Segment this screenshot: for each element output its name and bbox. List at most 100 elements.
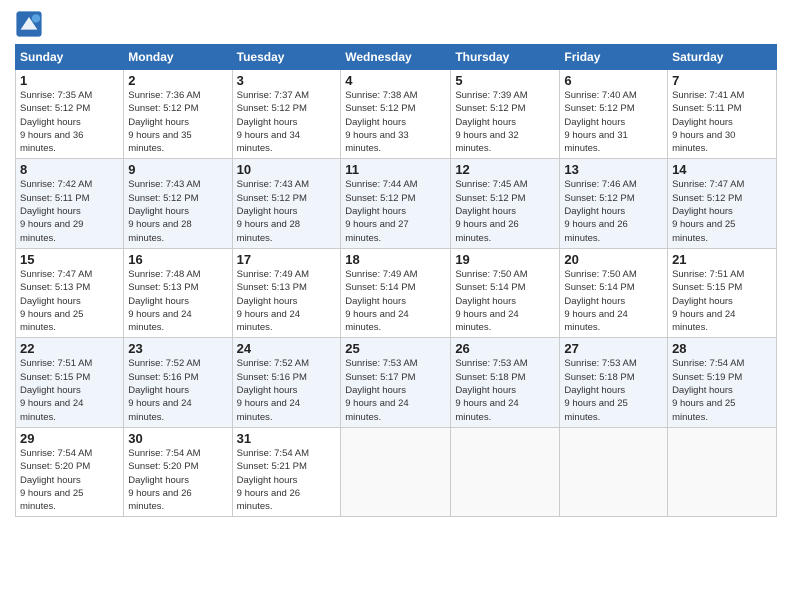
day-number: 5 [455, 73, 555, 88]
calendar-day-20: 20 Sunrise: 7:50 AMSunset: 5:14 PMDaylig… [560, 248, 668, 337]
day-number: 30 [128, 431, 227, 446]
day-number: 12 [455, 162, 555, 177]
calendar-empty-cell [341, 427, 451, 516]
calendar-day-18: 18 Sunrise: 7:49 AMSunset: 5:14 PMDaylig… [341, 248, 451, 337]
day-number: 9 [128, 162, 227, 177]
calendar-day-9: 9 Sunrise: 7:43 AMSunset: 5:12 PMDayligh… [124, 159, 232, 248]
day-info: Sunrise: 7:42 AMSunset: 5:11 PMDaylight … [20, 178, 119, 244]
calendar-day-27: 27 Sunrise: 7:53 AMSunset: 5:18 PMDaylig… [560, 338, 668, 427]
calendar-day-12: 12 Sunrise: 7:45 AMSunset: 5:12 PMDaylig… [451, 159, 560, 248]
logo-icon [15, 10, 43, 38]
day-number: 2 [128, 73, 227, 88]
day-info: Sunrise: 7:36 AMSunset: 5:12 PMDaylight … [128, 89, 227, 155]
day-info: Sunrise: 7:52 AMSunset: 5:16 PMDaylight … [237, 357, 337, 423]
calendar-week-1: 1 Sunrise: 7:35 AMSunset: 5:12 PMDayligh… [16, 70, 777, 159]
day-info: Sunrise: 7:54 AMSunset: 5:20 PMDaylight … [128, 447, 227, 513]
calendar-day-15: 15 Sunrise: 7:47 AMSunset: 5:13 PMDaylig… [16, 248, 124, 337]
day-info: Sunrise: 7:54 AMSunset: 5:21 PMDaylight … [237, 447, 337, 513]
calendar-day-4: 4 Sunrise: 7:38 AMSunset: 5:12 PMDayligh… [341, 70, 451, 159]
day-number: 13 [564, 162, 663, 177]
day-info: Sunrise: 7:48 AMSunset: 5:13 PMDaylight … [128, 268, 227, 334]
calendar-empty-cell [451, 427, 560, 516]
calendar-day-2: 2 Sunrise: 7:36 AMSunset: 5:12 PMDayligh… [124, 70, 232, 159]
calendar-day-28: 28 Sunrise: 7:54 AMSunset: 5:19 PMDaylig… [668, 338, 777, 427]
day-number: 22 [20, 341, 119, 356]
day-number: 23 [128, 341, 227, 356]
calendar-day-29: 29 Sunrise: 7:54 AMSunset: 5:20 PMDaylig… [16, 427, 124, 516]
calendar-day-31: 31 Sunrise: 7:54 AMSunset: 5:21 PMDaylig… [232, 427, 341, 516]
calendar-week-4: 22 Sunrise: 7:51 AMSunset: 5:15 PMDaylig… [16, 338, 777, 427]
day-info: Sunrise: 7:47 AMSunset: 5:13 PMDaylight … [20, 268, 119, 334]
day-number: 10 [237, 162, 337, 177]
day-info: Sunrise: 7:37 AMSunset: 5:12 PMDaylight … [237, 89, 337, 155]
day-number: 18 [345, 252, 446, 267]
calendar-header-row: SundayMondayTuesdayWednesdayThursdayFrid… [16, 45, 777, 70]
day-info: Sunrise: 7:43 AMSunset: 5:12 PMDaylight … [128, 178, 227, 244]
calendar-day-8: 8 Sunrise: 7:42 AMSunset: 5:11 PMDayligh… [16, 159, 124, 248]
header-day-friday: Friday [560, 45, 668, 70]
day-number: 19 [455, 252, 555, 267]
day-number: 28 [672, 341, 772, 356]
calendar-container: SundayMondayTuesdayWednesdayThursdayFrid… [0, 0, 792, 612]
calendar-day-30: 30 Sunrise: 7:54 AMSunset: 5:20 PMDaylig… [124, 427, 232, 516]
logo [15, 10, 45, 38]
day-info: Sunrise: 7:50 AMSunset: 5:14 PMDaylight … [455, 268, 555, 334]
header-day-tuesday: Tuesday [232, 45, 341, 70]
calendar-empty-cell [668, 427, 777, 516]
day-info: Sunrise: 7:47 AMSunset: 5:12 PMDaylight … [672, 178, 772, 244]
day-number: 8 [20, 162, 119, 177]
day-info: Sunrise: 7:46 AMSunset: 5:12 PMDaylight … [564, 178, 663, 244]
day-info: Sunrise: 7:53 AMSunset: 5:17 PMDaylight … [345, 357, 446, 423]
day-number: 21 [672, 252, 772, 267]
calendar-day-13: 13 Sunrise: 7:46 AMSunset: 5:12 PMDaylig… [560, 159, 668, 248]
day-info: Sunrise: 7:53 AMSunset: 5:18 PMDaylight … [564, 357, 663, 423]
calendar-day-14: 14 Sunrise: 7:47 AMSunset: 5:12 PMDaylig… [668, 159, 777, 248]
day-info: Sunrise: 7:43 AMSunset: 5:12 PMDaylight … [237, 178, 337, 244]
header-day-thursday: Thursday [451, 45, 560, 70]
calendar-day-5: 5 Sunrise: 7:39 AMSunset: 5:12 PMDayligh… [451, 70, 560, 159]
calendar-week-2: 8 Sunrise: 7:42 AMSunset: 5:11 PMDayligh… [16, 159, 777, 248]
day-number: 26 [455, 341, 555, 356]
day-info: Sunrise: 7:51 AMSunset: 5:15 PMDaylight … [672, 268, 772, 334]
header-day-wednesday: Wednesday [341, 45, 451, 70]
calendar-day-24: 24 Sunrise: 7:52 AMSunset: 5:16 PMDaylig… [232, 338, 341, 427]
day-number: 31 [237, 431, 337, 446]
day-info: Sunrise: 7:35 AMSunset: 5:12 PMDaylight … [20, 89, 119, 155]
calendar-week-5: 29 Sunrise: 7:54 AMSunset: 5:20 PMDaylig… [16, 427, 777, 516]
day-number: 15 [20, 252, 119, 267]
header [15, 10, 777, 38]
calendar-day-11: 11 Sunrise: 7:44 AMSunset: 5:12 PMDaylig… [341, 159, 451, 248]
calendar-day-22: 22 Sunrise: 7:51 AMSunset: 5:15 PMDaylig… [16, 338, 124, 427]
day-number: 24 [237, 341, 337, 356]
header-day-sunday: Sunday [16, 45, 124, 70]
day-number: 29 [20, 431, 119, 446]
calendar-table: SundayMondayTuesdayWednesdayThursdayFrid… [15, 44, 777, 517]
day-number: 14 [672, 162, 772, 177]
day-info: Sunrise: 7:45 AMSunset: 5:12 PMDaylight … [455, 178, 555, 244]
day-number: 6 [564, 73, 663, 88]
day-info: Sunrise: 7:40 AMSunset: 5:12 PMDaylight … [564, 89, 663, 155]
calendar-day-3: 3 Sunrise: 7:37 AMSunset: 5:12 PMDayligh… [232, 70, 341, 159]
calendar-day-19: 19 Sunrise: 7:50 AMSunset: 5:14 PMDaylig… [451, 248, 560, 337]
day-info: Sunrise: 7:39 AMSunset: 5:12 PMDaylight … [455, 89, 555, 155]
day-info: Sunrise: 7:51 AMSunset: 5:15 PMDaylight … [20, 357, 119, 423]
day-number: 20 [564, 252, 663, 267]
calendar-day-25: 25 Sunrise: 7:53 AMSunset: 5:17 PMDaylig… [341, 338, 451, 427]
day-number: 1 [20, 73, 119, 88]
day-number: 7 [672, 73, 772, 88]
day-info: Sunrise: 7:50 AMSunset: 5:14 PMDaylight … [564, 268, 663, 334]
calendar-day-16: 16 Sunrise: 7:48 AMSunset: 5:13 PMDaylig… [124, 248, 232, 337]
day-number: 4 [345, 73, 446, 88]
calendar-day-17: 17 Sunrise: 7:49 AMSunset: 5:13 PMDaylig… [232, 248, 341, 337]
calendar-day-7: 7 Sunrise: 7:41 AMSunset: 5:11 PMDayligh… [668, 70, 777, 159]
day-number: 25 [345, 341, 446, 356]
day-info: Sunrise: 7:53 AMSunset: 5:18 PMDaylight … [455, 357, 555, 423]
calendar-week-3: 15 Sunrise: 7:47 AMSunset: 5:13 PMDaylig… [16, 248, 777, 337]
header-day-saturday: Saturday [668, 45, 777, 70]
day-info: Sunrise: 7:49 AMSunset: 5:13 PMDaylight … [237, 268, 337, 334]
calendar-day-1: 1 Sunrise: 7:35 AMSunset: 5:12 PMDayligh… [16, 70, 124, 159]
calendar-day-10: 10 Sunrise: 7:43 AMSunset: 5:12 PMDaylig… [232, 159, 341, 248]
day-info: Sunrise: 7:44 AMSunset: 5:12 PMDaylight … [345, 178, 446, 244]
day-number: 17 [237, 252, 337, 267]
day-number: 16 [128, 252, 227, 267]
